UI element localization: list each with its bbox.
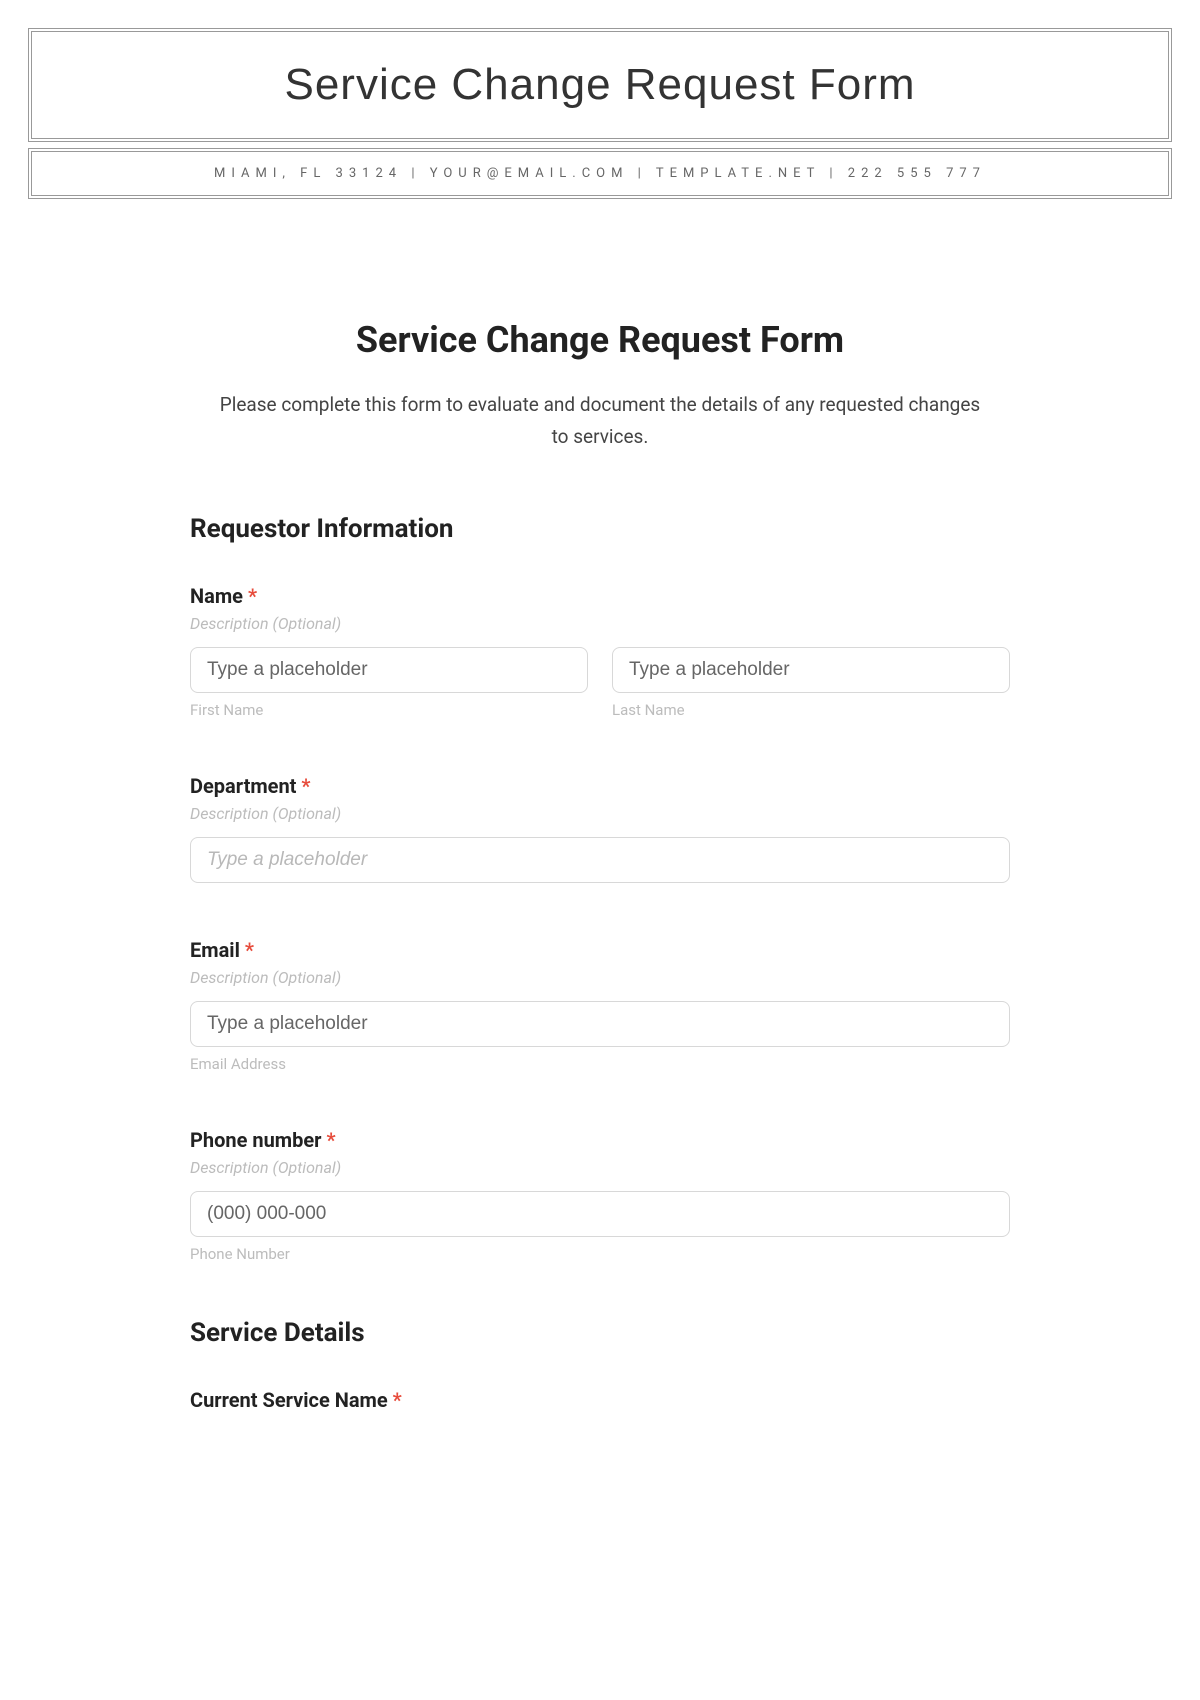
form-container: Service Change Request Form Please compl… [150,209,1050,1458]
last-name-input[interactable] [612,647,1010,693]
banner-title-box: Service Change Request Form [28,28,1172,142]
field-department: Department * Description (Optional) [190,774,1010,883]
email-input[interactable] [190,1001,1010,1047]
field-name: Name * Description (Optional) First Name… [190,584,1010,719]
name-description: Description (Optional) [190,614,1010,633]
required-mark: * [301,774,310,798]
last-name-sublabel: Last Name [612,701,1010,719]
field-phone: Phone number * Description (Optional) Ph… [190,1128,1010,1263]
banner-title: Service Change Request Form [52,60,1148,110]
department-label-text: Department [190,774,296,798]
phone-description: Description (Optional) [190,1158,1010,1177]
phone-sublabel: Phone Number [190,1245,1010,1263]
email-label: Email * [190,938,1010,962]
email-sublabel: Email Address [190,1055,1010,1073]
banner-contact: MIAMI, FL 33124 | YOUR@EMAIL.COM | TEMPL… [52,166,1148,181]
form-title: Service Change Request Form [190,319,1010,361]
email-label-text: Email [190,938,240,962]
department-label: Department * [190,774,1010,798]
section-service-heading: Service Details [190,1318,1010,1348]
phone-label-text: Phone number [190,1128,321,1152]
email-description: Description (Optional) [190,968,1010,987]
current-service-label: Current Service Name * [190,1388,1010,1412]
department-input[interactable] [190,837,1010,883]
first-name-sublabel: First Name [190,701,588,719]
banner-contact-box: MIAMI, FL 33124 | YOUR@EMAIL.COM | TEMPL… [28,148,1172,199]
section-requestor-heading: Requestor Information [190,514,1010,544]
required-mark: * [245,938,254,962]
required-mark: * [393,1388,402,1412]
required-mark: * [326,1128,335,1152]
field-email: Email * Description (Optional) Email Add… [190,938,1010,1073]
phone-input[interactable] [190,1191,1010,1237]
name-label: Name * [190,584,1010,608]
form-intro: Please complete this form to evaluate an… [190,389,1010,454]
name-label-text: Name [190,584,243,608]
required-mark: * [248,584,257,608]
field-current-service: Current Service Name * [190,1388,1010,1412]
current-service-label-text: Current Service Name [190,1388,388,1412]
first-name-input[interactable] [190,647,588,693]
department-description: Description (Optional) [190,804,1010,823]
header-banner: Service Change Request Form MIAMI, FL 33… [0,0,1200,209]
phone-label: Phone number * [190,1128,1010,1152]
